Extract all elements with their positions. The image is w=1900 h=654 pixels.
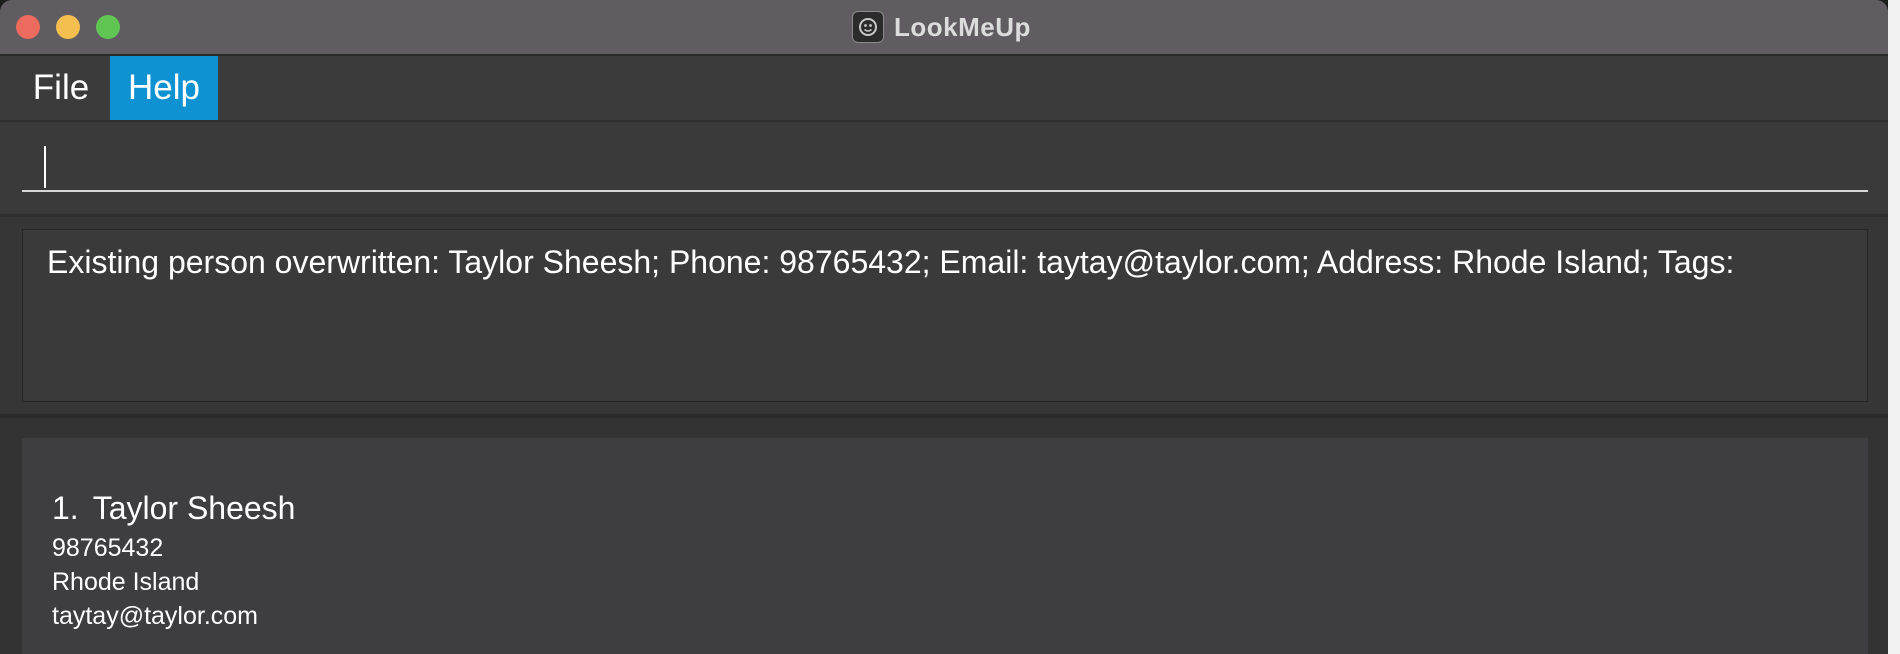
menu-file[interactable]: File bbox=[20, 56, 102, 120]
person-card[interactable]: 1. Taylor Sheesh 98765432 Rhode Island ta… bbox=[22, 438, 1868, 654]
title-bar[interactable]: LookMeUp bbox=[0, 0, 1888, 56]
person-index: 1. bbox=[52, 490, 79, 526]
person-phone: 98765432 bbox=[52, 534, 164, 562]
person-list-panel[interactable]: 1. Taylor Sheesh 98765432 Rhode Island ta… bbox=[0, 418, 1888, 654]
person-address: Rhode Island bbox=[52, 568, 200, 596]
result-display-box[interactable]: Existing person overwritten: Taylor Shee… bbox=[22, 229, 1868, 402]
maximize-window-button[interactable] bbox=[96, 15, 120, 39]
menu-bar: File Help bbox=[0, 56, 1888, 122]
command-box-area bbox=[0, 122, 1888, 217]
menu-help[interactable]: Help bbox=[110, 56, 218, 120]
text-caret bbox=[44, 146, 46, 188]
window-title-group: LookMeUp bbox=[852, 11, 1031, 43]
person-name: Taylor Sheesh bbox=[92, 490, 296, 526]
window-title: LookMeUp bbox=[894, 11, 1031, 42]
app-window: LookMeUp File Help Existing person overw… bbox=[0, 0, 1888, 654]
lookmeup-app-icon bbox=[852, 11, 884, 43]
result-display-area: Existing person overwritten: Taylor Shee… bbox=[0, 217, 1888, 418]
desktop-background-edge bbox=[1888, 0, 1900, 654]
close-window-button[interactable] bbox=[16, 15, 40, 39]
command-input[interactable] bbox=[22, 136, 1868, 192]
person-email: taytay@taylor.com bbox=[52, 602, 259, 630]
result-message: Existing person overwritten: Taylor Shee… bbox=[47, 244, 1735, 280]
person-card-header: 1. Taylor Sheesh bbox=[52, 490, 295, 527]
minimize-window-button[interactable] bbox=[56, 15, 80, 39]
